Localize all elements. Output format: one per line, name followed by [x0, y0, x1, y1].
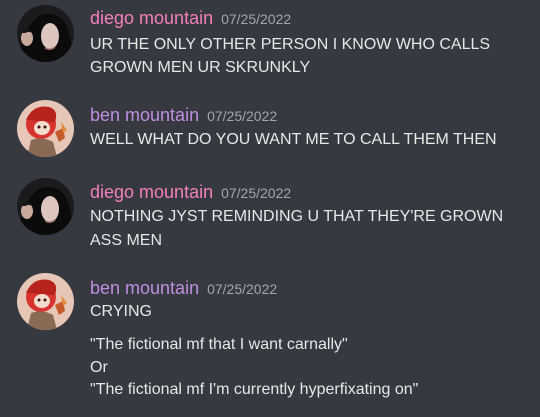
message-text: Or — [90, 359, 108, 376]
diego-avatar-icon[interactable] — [17, 5, 74, 62]
chat-message-list: diego mountain 07/25/2022 UR THE ONLY OTH… — [0, 0, 540, 417]
message-text: "The fictional mf that I want carnally" — [90, 336, 348, 353]
username[interactable]: ben mountain — [90, 105, 199, 125]
message-header: ben mountain 07/25/2022 — [90, 105, 277, 127]
message-header: ben mountain 07/25/2022 — [90, 278, 277, 300]
message-text: NOTHING JYST REMINDING U THAT THEY'RE GR… — [90, 208, 504, 225]
message-text: "The fictional mf I'm currently hyperfix… — [90, 381, 419, 398]
timestamp: 07/25/2022 — [221, 11, 292, 27]
ben-avatar-icon[interactable] — [17, 100, 74, 157]
username[interactable]: ben mountain — [90, 278, 199, 298]
username[interactable]: diego mountain — [90, 182, 213, 202]
timestamp: 07/25/2022 — [221, 185, 292, 201]
diego-avatar-icon[interactable] — [17, 178, 74, 235]
message-text: ASS MEN — [90, 232, 163, 249]
timestamp: 07/25/2022 — [207, 108, 278, 124]
message-header: diego mountain 07/25/2022 — [90, 182, 291, 204]
username[interactable]: diego mountain — [90, 8, 213, 28]
timestamp: 07/25/2022 — [207, 281, 278, 297]
ben-avatar-icon[interactable] — [17, 273, 74, 330]
message-text: CRYING — [90, 303, 152, 320]
message-text: WELL WHAT DO YOU WANT ME TO CALL THEM TH… — [90, 131, 497, 148]
message-header: diego mountain 07/25/2022 — [90, 8, 291, 30]
message-text: UR THE ONLY OTHER PERSON I KNOW WHO CALL… — [90, 36, 491, 53]
message-text: GROWN MEN UR SKRUNKLY — [90, 59, 311, 76]
